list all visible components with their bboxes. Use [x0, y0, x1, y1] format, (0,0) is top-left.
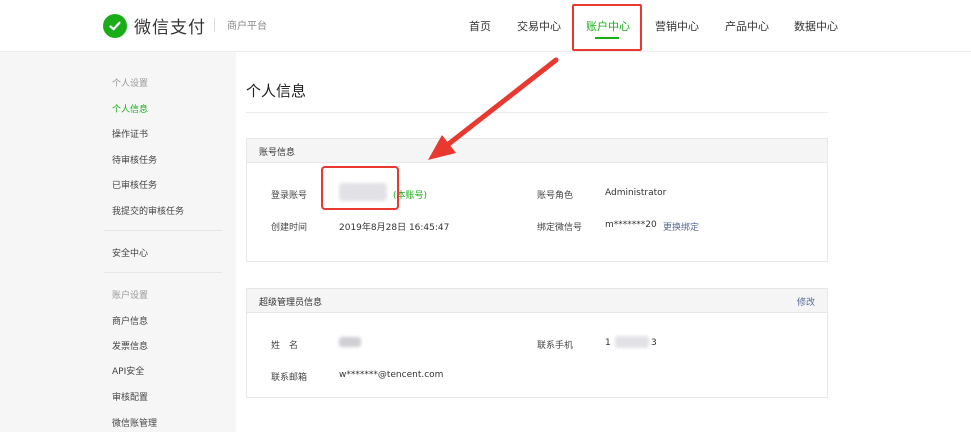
annotation-arrow	[428, 57, 559, 160]
